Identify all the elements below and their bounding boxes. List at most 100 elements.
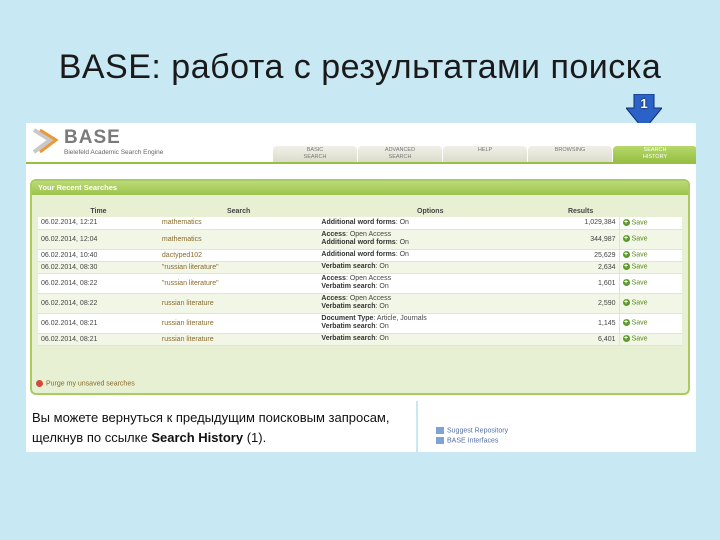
- tab-label-line2: SEARCH: [303, 154, 327, 160]
- recent-searches-panel: Your Recent Searches Time Search Options Re…: [30, 179, 690, 395]
- option-line: Verbatim search: On: [321, 303, 539, 311]
- search-query-link[interactable]: russian literature: [158, 333, 319, 346]
- save-label: Save: [631, 335, 648, 343]
- search-time: 06.02.2014, 10:40: [38, 249, 159, 262]
- plus-icon: +: [622, 319, 630, 327]
- column-header: Options: [417, 207, 444, 215]
- table-row: 06.02.2014, 08:22 russian literature Acces…: [38, 293, 682, 314]
- purge-link[interactable]: Purge my unsaved searches: [36, 380, 135, 387]
- option-value: : Open Access: [345, 231, 392, 238]
- option-line: Additional word forms: On: [321, 251, 539, 259]
- tab-basic-search[interactable]: BASIC SEARCH: [273, 146, 357, 162]
- searches-table: Time Search Options Results 06.02.2014, 12:…: [38, 205, 682, 346]
- sidebar-links: Suggest Repository BASE Interfaces: [418, 401, 696, 452]
- result-count: 1,601: [542, 273, 620, 294]
- tab-label-line2: HISTORY: [642, 154, 668, 160]
- option-line: Document Type: Article, Journals: [321, 315, 539, 323]
- search-options: Verbatim search: On: [318, 261, 543, 274]
- save-label: Save: [631, 219, 648, 227]
- base-logo-icon: [32, 128, 59, 154]
- table-row: 06.02.2014, 08:30 "russian literature" Ver…: [38, 261, 682, 274]
- search-time: 06.02.2014, 12:21: [38, 217, 159, 230]
- search-time: 06.02.2014, 08:21: [38, 313, 159, 334]
- option-value: : Open Access: [345, 295, 392, 302]
- tab-browsing[interactable]: BROWSING: [528, 146, 612, 162]
- save-button[interactable]: + Save: [619, 217, 682, 230]
- search-query-link[interactable]: russian literature: [158, 293, 319, 314]
- save-label: Save: [631, 299, 648, 307]
- column-header: Time: [90, 207, 107, 215]
- save-button[interactable]: + Save: [619, 333, 682, 346]
- option-key: Additional word forms: [321, 251, 396, 258]
- option-line: Additional word forms: On: [321, 239, 539, 247]
- search-time: 06.02.2014, 08:21: [38, 333, 159, 346]
- tab-advanced-search[interactable]: ADVANCED SEARCH: [358, 146, 442, 162]
- save-label: Save: [631, 319, 648, 327]
- save-label: Save: [631, 279, 648, 287]
- option-key: Access: [321, 231, 346, 238]
- column-header: Results: [567, 207, 594, 215]
- save-button[interactable]: + Save: [619, 261, 682, 274]
- table-row: 06.02.2014, 10:40 dactyped102 Additional w…: [38, 249, 682, 262]
- base-logo[interactable]: BASE Bielefeld Academic Search Engine: [32, 123, 202, 163]
- search-query-link[interactable]: dactyped102: [158, 249, 319, 262]
- option-key: Additional word forms: [321, 218, 396, 226]
- search-query-link[interactable]: mathematics: [158, 217, 319, 230]
- search-query-link[interactable]: "russian literature": [158, 273, 319, 294]
- table-row: 06.02.2014, 08:21 russian literature Docum…: [38, 313, 682, 334]
- option-line: Verbatim search: On: [321, 263, 539, 271]
- tab-search-history[interactable]: SEARCH HISTORY: [613, 146, 696, 162]
- tab-help[interactable]: HELP: [443, 146, 527, 162]
- search-query-link[interactable]: russian literature: [158, 313, 319, 334]
- save-button[interactable]: + Save: [619, 273, 682, 294]
- option-value: : On: [375, 303, 389, 310]
- tab-label-line1: ADVANCED: [384, 147, 416, 153]
- save-button[interactable]: + Save: [619, 313, 682, 334]
- suggest-repository-link[interactable]: Suggest Repository: [436, 427, 508, 434]
- result-count: 2,634: [542, 261, 620, 274]
- search-time: 06.02.2014, 08:22: [38, 293, 159, 314]
- table-row: 06.02.2014, 08:22 "russian literature" Acc…: [38, 273, 682, 294]
- save-button[interactable]: + Save: [619, 293, 682, 314]
- search-options: Access: Open Access Additional word forms…: [318, 229, 543, 250]
- caption-text: Вы можете вернуться к предыдущим поисков…: [32, 408, 416, 448]
- column-header: [619, 205, 682, 217]
- purge-label: Purge my unsaved searches: [46, 380, 135, 388]
- search-time: 06.02.2014, 08:30: [38, 261, 159, 274]
- result-count: 344,987: [542, 229, 620, 250]
- tab-label-line1: HELP: [477, 147, 493, 153]
- table-row: 06.02.2014, 12:04 mathematics Access: Open…: [38, 229, 682, 250]
- result-count: 1,145: [542, 313, 620, 334]
- option-line: Access: Open Access: [321, 295, 539, 303]
- option-value: : Open Access: [345, 275, 392, 282]
- option-line: Verbatim search: On: [321, 283, 539, 291]
- save-button[interactable]: + Save: [619, 249, 682, 262]
- save-label: Save: [631, 263, 648, 271]
- option-line: Access: Open Access: [321, 231, 539, 239]
- column-header: Search: [226, 207, 251, 215]
- plus-icon: +: [622, 219, 630, 227]
- option-value: : On: [395, 218, 409, 226]
- table-row: 06.02.2014, 12:21 mathematics Additional w…: [38, 217, 682, 230]
- logo-subtitle: Bielefeld Academic Search Engine: [64, 149, 164, 156]
- caption-box: Вы можете вернуться к предыдущим поисков…: [26, 401, 416, 452]
- marker-number: 1: [640, 96, 648, 111]
- option-key: Access: [321, 275, 346, 282]
- base-interfaces-link[interactable]: BASE Interfaces: [436, 437, 498, 444]
- option-key: Verbatim search: [321, 303, 376, 310]
- delete-icon: [36, 380, 43, 387]
- result-count: 2,590: [542, 293, 620, 314]
- option-value: : On: [375, 335, 389, 342]
- search-time: 06.02.2014, 08:22: [38, 273, 159, 294]
- search-options: Additional word forms: On: [318, 249, 543, 262]
- search-options: Access: Open Access Verbatim search: On: [318, 293, 543, 314]
- plus-icon: +: [622, 335, 630, 343]
- option-value: : On: [375, 263, 389, 270]
- search-query-link[interactable]: "russian literature": [158, 261, 319, 274]
- save-button[interactable]: + Save: [619, 229, 682, 250]
- option-value: : On: [375, 283, 389, 290]
- search-options: Access: Open Access Verbatim search: On: [318, 273, 543, 294]
- repository-icon: [436, 427, 444, 434]
- option-key: Document Type: [321, 315, 374, 322]
- search-query-link[interactable]: mathematics: [158, 229, 319, 250]
